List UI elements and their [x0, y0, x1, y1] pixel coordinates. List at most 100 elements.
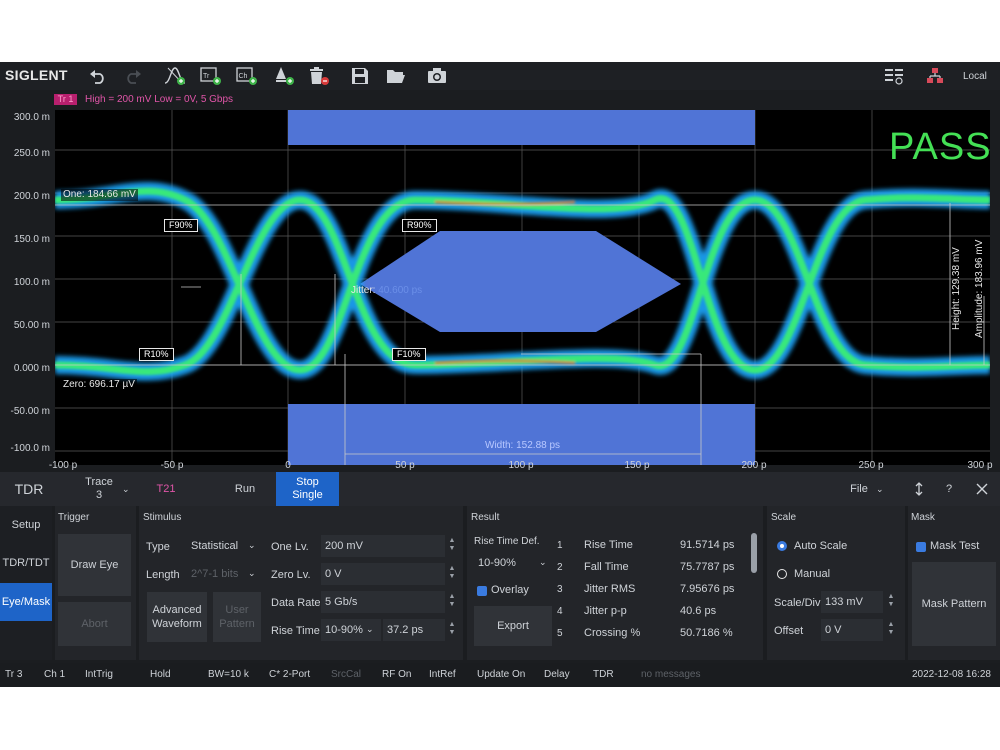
nav-tdr-tdt[interactable]: TDR/TDT	[0, 544, 52, 582]
y-tick-label: 300.0 m	[13, 112, 50, 123]
remote-status-label: Local	[963, 71, 987, 82]
stimulus-title: Stimulus	[143, 512, 182, 523]
chevron-down-icon[interactable]: ⌄	[366, 624, 374, 635]
network-icon[interactable]	[923, 65, 947, 87]
t21-trace-button[interactable]: T21	[148, 472, 184, 506]
stepper-arrows-icon[interactable]: ▲ ▼	[447, 593, 457, 609]
stepper-arrows-icon[interactable]: ▲ ▼	[886, 593, 896, 609]
data-rate-input[interactable]: 5 Gb/s	[321, 591, 445, 613]
result-row-value: 91.5714 ps	[680, 539, 735, 551]
result-row-value: 7.95676 ps	[680, 583, 735, 595]
y-tick-label: 250.0 m	[13, 148, 50, 159]
stepper-arrows-icon[interactable]: ▲ ▼	[447, 621, 457, 637]
rise-time-input[interactable]: 37.2 ps	[383, 619, 445, 641]
close-icon[interactable]	[972, 472, 992, 506]
x-tick-label: 50 p	[395, 460, 415, 471]
delete-icon[interactable]	[307, 65, 331, 87]
zero-level-label: Zero Lv.	[271, 569, 311, 581]
help-button[interactable]: ?	[940, 472, 958, 506]
add-marker-icon[interactable]	[272, 65, 296, 87]
status-trace[interactable]: Tr 3	[5, 669, 22, 680]
result-row-index: 4	[557, 606, 563, 617]
chevron-down-icon[interactable]: ⌄	[539, 557, 547, 568]
manual-scale-radio[interactable]	[777, 569, 787, 579]
run-button[interactable]: Run	[223, 472, 267, 506]
chevron-down-icon[interactable]: ⌄	[248, 568, 256, 579]
status-trigger[interactable]: IntTrig	[85, 669, 113, 680]
auto-scale-radio[interactable]	[777, 541, 787, 551]
nav-eye-mask[interactable]: Eye/Mask	[0, 583, 52, 621]
siglent-logo: SIGLENT	[5, 67, 68, 83]
status-rf[interactable]: RF On	[382, 669, 411, 680]
mask-section: Mask Mask Test Mask Pattern	[908, 506, 1000, 660]
one-level-label: One: 184.66 mV	[61, 189, 138, 201]
mask-title: Mask	[911, 512, 935, 523]
file-menu[interactable]: File	[844, 472, 874, 506]
status-bar: Tr 3 Ch 1 IntTrig Hold BW=10 k C* 2-Port…	[0, 663, 1000, 687]
r10-marker[interactable]: R10%	[139, 348, 174, 361]
status-bandwidth[interactable]: BW=10 k	[208, 669, 249, 680]
status-source-cal[interactable]: SrcCal	[331, 669, 361, 680]
svg-text:Tr: Tr	[203, 73, 210, 80]
trace-selector-value: 3	[95, 489, 103, 501]
export-button[interactable]: Export	[474, 606, 552, 646]
save-icon[interactable]	[348, 65, 372, 87]
zero-level-input[interactable]: 0 V	[321, 563, 445, 585]
x-tick-label: 250 p	[858, 460, 884, 471]
trace-tag[interactable]: Tr 1	[54, 94, 77, 105]
draw-eye-button[interactable]: Draw Eye	[58, 534, 131, 596]
f90-marker[interactable]: F90%	[164, 219, 198, 232]
overlay-checkbox[interactable]	[477, 586, 487, 596]
f10-marker[interactable]: F10%	[392, 348, 426, 361]
auto-scale-label: Auto Scale	[794, 540, 848, 552]
status-mode[interactable]: TDR	[593, 669, 614, 680]
add-eye-icon[interactable]	[163, 65, 187, 87]
chevron-down-icon[interactable]: ⌄	[122, 484, 130, 495]
x-tick-label: 150 p	[624, 460, 650, 471]
scale-title: Scale	[771, 512, 797, 523]
chevron-down-icon[interactable]: ⌄	[248, 540, 256, 551]
undo-icon[interactable]	[86, 65, 110, 87]
x-tick-label: 100 p	[508, 460, 534, 471]
result-scrollbar[interactable]	[751, 533, 757, 573]
scale-div-input[interactable]: 133 mV	[821, 591, 883, 613]
status-calibration[interactable]: C* 2-Port	[269, 669, 310, 680]
redo-icon[interactable]	[121, 65, 145, 87]
status-channel[interactable]: Ch 1	[44, 669, 65, 680]
status-update[interactable]: Update On	[477, 669, 525, 680]
stepper-arrows-icon[interactable]: ▲ ▼	[447, 537, 457, 553]
abort-button[interactable]: Abort	[58, 602, 131, 646]
mask-test-checkbox[interactable]	[916, 542, 926, 552]
camera-icon[interactable]	[425, 65, 449, 87]
scale-div-label: Scale/Div	[774, 597, 821, 609]
advanced-waveform-button[interactable]: Advanced Waveform	[147, 592, 207, 642]
chevron-down-icon[interactable]: ⌄	[876, 484, 884, 495]
offset-input[interactable]: 0 V	[821, 619, 883, 641]
y-tick-label: 200.0 m	[13, 191, 50, 202]
layout-icon[interactable]	[882, 65, 906, 87]
mask-center-region	[360, 231, 681, 332]
stepper-arrows-icon[interactable]: ▲ ▼	[447, 565, 457, 581]
tdr-application: SIGLENT Tr Ch Local Tr 1 High = 200 mV L…	[0, 62, 1000, 687]
result-row-name: Crossing %	[584, 627, 641, 639]
mask-pattern-button[interactable]: Mask Pattern	[912, 562, 996, 646]
rise-time-label: Rise Time	[271, 625, 320, 637]
add-trace-icon[interactable]: Tr	[199, 65, 223, 87]
stepper-arrows-icon[interactable]: ▲ ▼	[886, 621, 896, 637]
height-measurement: Height: 129.38 mV	[951, 247, 962, 330]
trace-selector[interactable]: Trace 3	[74, 472, 124, 506]
one-level-input[interactable]: 200 mV	[321, 535, 445, 557]
user-pattern-button[interactable]: User Pattern	[213, 592, 261, 642]
expand-icon[interactable]	[910, 472, 928, 506]
scale-section: Scale Auto Scale Manual Scale/Div 133 mV…	[767, 506, 905, 660]
pass-indicator: PASS	[889, 126, 992, 168]
add-channel-icon[interactable]: Ch	[235, 65, 259, 87]
nav-setup[interactable]: Setup	[0, 506, 52, 544]
panel-header: TDR Trace 3 ⌄ T21 Run Stop Single File ⌄…	[0, 472, 1000, 506]
status-delay[interactable]: Delay	[544, 669, 570, 680]
status-hold[interactable]: Hold	[150, 669, 171, 680]
r90-marker[interactable]: R90%	[402, 219, 437, 232]
status-reference[interactable]: IntRef	[429, 669, 456, 680]
stop-single-button[interactable]: Stop Single	[276, 472, 339, 506]
open-folder-icon[interactable]	[384, 65, 408, 87]
